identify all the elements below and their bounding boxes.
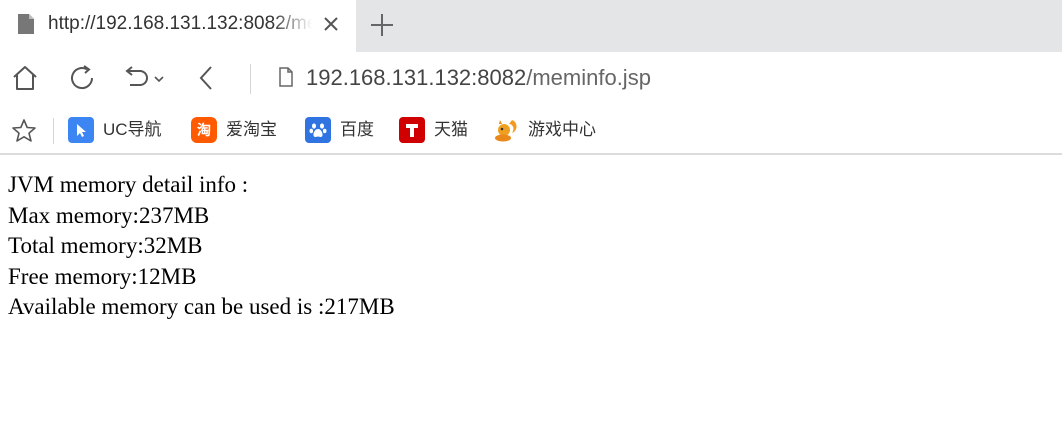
bookmark-taobao[interactable]: 淘 爱淘宝 xyxy=(191,116,277,144)
total-memory-line: Total memory:32MB xyxy=(8,233,203,258)
uc-nav-icon xyxy=(68,117,94,143)
plus-icon[interactable] xyxy=(368,11,396,39)
undo-dropdown-icon[interactable] xyxy=(122,63,170,93)
bookmark-label: 百度 xyxy=(340,120,374,139)
free-memory-line: Free memory:12MB xyxy=(8,263,197,289)
address-host: 192.168.131.132:8082 xyxy=(306,65,527,90)
baidu-paw-icon xyxy=(305,117,331,143)
reload-icon[interactable] xyxy=(67,63,97,93)
max-memory-line: Max memory:237MB xyxy=(8,202,210,228)
bookmark-label: 爱淘宝 xyxy=(226,120,277,139)
memory-info-heading: JVM memory detail info : xyxy=(8,172,249,197)
tab-strip: http://192.168.131.132:8082/meminfo.jsp xyxy=(0,0,1062,52)
bookmark-tmall[interactable]: 天猫 xyxy=(399,116,468,144)
active-tab[interactable]: http://192.168.131.132:8082/meminfo.jsp xyxy=(0,0,356,52)
home-icon[interactable] xyxy=(10,63,40,93)
navigation-bar: 192.168.131.132:8082/meminfo.jsp xyxy=(0,52,1062,104)
bookmark-label: UC导航 xyxy=(103,120,162,139)
bookmark-uc-nav[interactable]: UC导航 xyxy=(68,116,162,144)
close-icon[interactable] xyxy=(320,13,342,35)
svg-text:淘: 淘 xyxy=(197,122,211,139)
taobao-icon: 淘 xyxy=(191,117,217,143)
bookmarks-bar: UC导航 淘 爱淘宝 百度 天猫 游戏中心 xyxy=(0,104,1062,155)
bookmark-label: 天猫 xyxy=(434,120,468,139)
page-info-icon[interactable] xyxy=(278,67,294,87)
available-memory-line: Available memory can be used is :217MB xyxy=(8,294,395,319)
document-icon xyxy=(18,14,34,34)
bookmark-label: 游戏中心 xyxy=(528,120,596,139)
back-icon[interactable] xyxy=(192,63,222,93)
bookmark-baidu[interactable]: 百度 xyxy=(305,116,374,144)
address-path: /meminfo.jsp xyxy=(526,65,651,90)
bookmark-game-center[interactable]: 游戏中心 xyxy=(493,116,596,144)
address-bar[interactable]: 192.168.131.132:8082/meminfo.jsp xyxy=(306,64,651,92)
squirrel-icon xyxy=(493,117,519,143)
tmall-icon xyxy=(399,117,425,143)
star-icon[interactable] xyxy=(11,118,37,144)
tab-title: http://192.168.131.132:8082/meminfo.jsp xyxy=(48,13,312,34)
page-body: JVM memory detail info : Max memory:237M… xyxy=(8,170,395,323)
bookmarks-divider xyxy=(53,118,54,144)
toolbar-divider xyxy=(250,64,251,94)
